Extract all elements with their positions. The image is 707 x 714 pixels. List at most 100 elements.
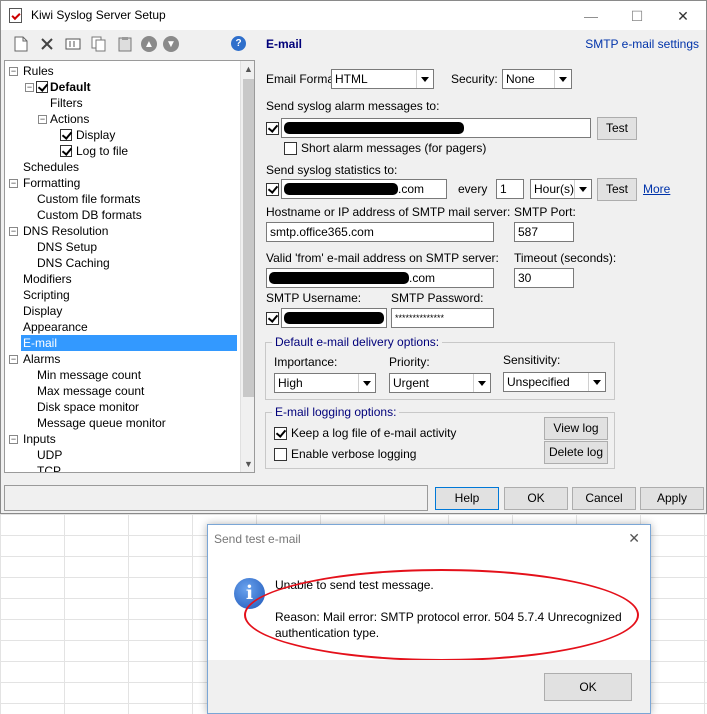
chevron-down-icon[interactable]: [473, 374, 490, 392]
tree-item-rules[interactable]: Rules: [23, 63, 54, 79]
tree-item-disk-space-monitor[interactable]: Disk space monitor: [37, 399, 139, 415]
smtp-username-input[interactable]: [281, 308, 387, 328]
security-select[interactable]: None: [502, 69, 572, 89]
tree-item-default[interactable]: Default: [50, 79, 91, 95]
verbose-log-checkbox[interactable]: [274, 448, 287, 461]
copy-icon[interactable]: [89, 34, 109, 54]
tree-item-alarms[interactable]: Alarms: [23, 351, 60, 367]
kiwi-setup-window: Kiwi Syslog Server Setup — ☐ ✕ ▲ ▼ ? E-m…: [0, 0, 707, 514]
collapse-icon[interactable]: −: [25, 83, 34, 92]
smtp-password-input[interactable]: **************: [391, 308, 494, 328]
email-format-select[interactable]: HTML: [331, 69, 434, 89]
tree-item-min-message-count[interactable]: Min message count: [37, 367, 141, 383]
delivery-options-title: Default e-mail delivery options:: [272, 335, 443, 349]
email-format-label: Email Format:: [266, 72, 341, 86]
tree-item-dns-setup[interactable]: DNS Setup: [37, 239, 97, 255]
tree-item-custom-db-formats[interactable]: Custom DB formats: [37, 207, 142, 223]
tree-item-custom-file-formats[interactable]: Custom file formats: [37, 191, 140, 207]
alarm-test-button[interactable]: Test: [597, 117, 637, 140]
collapse-icon[interactable]: −: [9, 355, 18, 364]
stats-label: Send syslog statistics to:: [266, 163, 398, 177]
delete-log-button[interactable]: Delete log: [544, 441, 608, 464]
chevron-down-icon[interactable]: [574, 180, 591, 198]
tree-item-log-to-file[interactable]: Log to file: [76, 143, 128, 159]
close-button[interactable]: ✕: [660, 3, 706, 29]
tree-item-formatting[interactable]: Formatting: [23, 175, 80, 191]
smtp-host-input[interactable]: smtp.office365.com: [266, 222, 494, 242]
tree-item-schedules[interactable]: Schedules: [23, 159, 79, 175]
apply-button[interactable]: Apply: [640, 487, 704, 510]
collapse-icon[interactable]: −: [9, 435, 18, 444]
alarm-checkbox[interactable]: [266, 122, 279, 135]
stats-email-input[interactable]: .com: [281, 179, 447, 199]
scroll-up-icon[interactable]: ▲: [241, 61, 254, 77]
smtp-port-input[interactable]: 587: [514, 222, 574, 242]
timeout-input[interactable]: 30: [514, 268, 574, 288]
stats-checkbox[interactable]: [266, 183, 279, 196]
from-address-input[interactable]: .com: [266, 268, 494, 288]
importance-select[interactable]: High: [274, 373, 376, 393]
priority-select[interactable]: Urgent: [389, 373, 491, 393]
delete-icon[interactable]: [37, 34, 57, 54]
tree-item-actions[interactable]: Actions: [50, 111, 89, 127]
view-log-button[interactable]: View log: [544, 417, 608, 440]
tree-item-display-action[interactable]: Display: [76, 127, 115, 143]
short-alarm-checkbox[interactable]: [284, 142, 297, 155]
interval-unit-select[interactable]: Hour(s): [530, 179, 592, 199]
scroll-down-icon[interactable]: ▼: [241, 456, 254, 472]
help-button[interactable]: Help: [435, 487, 499, 510]
ok-button[interactable]: OK: [504, 487, 568, 510]
move-up-icon[interactable]: ▲: [141, 36, 157, 52]
settings-tree[interactable]: − Rules − Default Filters − Actions Disp…: [4, 60, 255, 473]
checkbox-icon[interactable]: [36, 81, 48, 93]
tree-item-modifiers[interactable]: Modifiers: [23, 271, 72, 287]
redaction-mark: [284, 312, 384, 324]
collapse-icon[interactable]: −: [9, 227, 18, 236]
chevron-down-icon[interactable]: [416, 70, 433, 88]
new-icon[interactable]: [11, 34, 31, 54]
auth-checkbox[interactable]: [266, 312, 279, 325]
tree-item-message-queue-monitor[interactable]: Message queue monitor: [37, 415, 166, 431]
sensitivity-select[interactable]: Unspecified: [503, 372, 606, 392]
tree-item-dns-caching[interactable]: DNS Caching: [37, 255, 110, 271]
tree-item-email[interactable]: E-mail: [21, 335, 237, 351]
redaction-mark: [284, 183, 398, 195]
checkbox-icon[interactable]: [60, 145, 72, 157]
checkbox-icon[interactable]: [60, 129, 72, 141]
dialog-ok-button[interactable]: OK: [544, 673, 632, 701]
tree-item-tcp[interactable]: TCP: [37, 463, 61, 472]
every-input[interactable]: 1: [496, 179, 524, 199]
cancel-button[interactable]: Cancel: [572, 487, 636, 510]
tree-item-display[interactable]: Display: [23, 303, 62, 319]
tree-item-dns-resolution[interactable]: DNS Resolution: [23, 223, 108, 239]
title-bar: Kiwi Syslog Server Setup — ☐ ✕: [1, 1, 706, 30]
paste-icon[interactable]: [115, 34, 135, 54]
tree-item-max-message-count[interactable]: Max message count: [37, 383, 144, 399]
chevron-down-icon[interactable]: [358, 374, 375, 392]
tree-item-filters[interactable]: Filters: [50, 95, 83, 111]
tree-item-inputs[interactable]: Inputs: [23, 431, 56, 447]
collapse-icon[interactable]: −: [38, 115, 47, 124]
security-label: Security:: [451, 72, 498, 86]
scroll-thumb[interactable]: [243, 79, 254, 397]
more-link[interactable]: More: [643, 182, 670, 196]
dialog-close-icon[interactable]: ✕: [628, 530, 640, 547]
rename-icon[interactable]: [63, 34, 83, 54]
collapse-icon[interactable]: −: [9, 67, 18, 76]
priority-value: Urgent: [393, 376, 430, 390]
collapse-icon[interactable]: −: [9, 179, 18, 188]
sensitivity-value: Unspecified: [507, 375, 570, 389]
alarm-email-input[interactable]: [281, 118, 591, 138]
tree-item-scripting[interactable]: Scripting: [23, 287, 70, 303]
move-down-icon[interactable]: ▼: [163, 36, 179, 52]
tree-scrollbar[interactable]: ▲ ▼: [240, 61, 254, 472]
keep-log-checkbox[interactable]: [274, 427, 287, 440]
maximize-button[interactable]: ☐: [614, 3, 660, 29]
help-icon[interactable]: ?: [231, 36, 246, 51]
chevron-down-icon[interactable]: [588, 373, 605, 391]
stats-test-button[interactable]: Test: [597, 178, 637, 201]
chevron-down-icon[interactable]: [554, 70, 571, 88]
tree-item-appearance[interactable]: Appearance: [23, 319, 88, 335]
minimize-button[interactable]: —: [568, 3, 614, 29]
tree-item-udp[interactable]: UDP: [37, 447, 62, 463]
